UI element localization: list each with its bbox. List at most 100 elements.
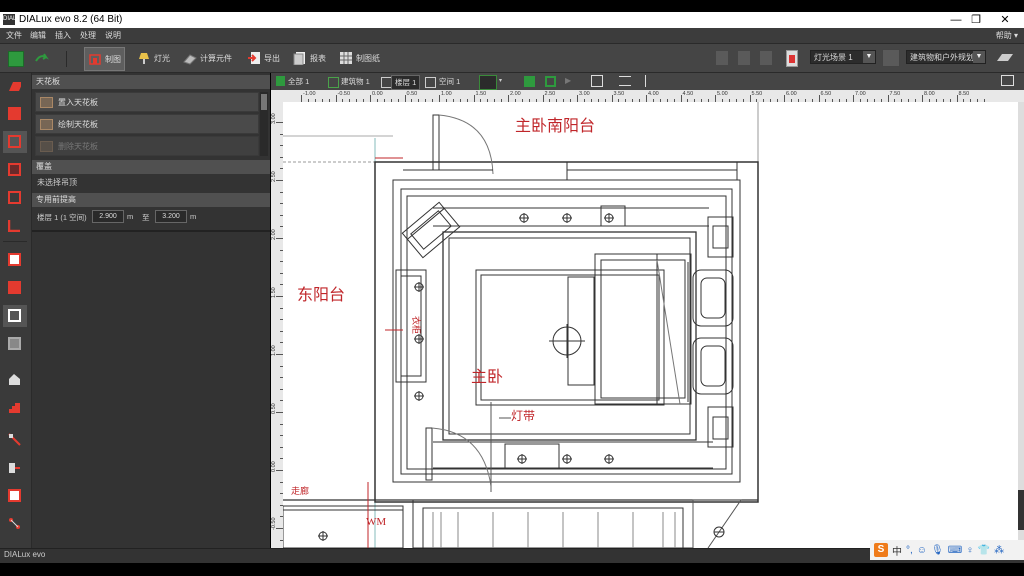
- height-to-field[interactable]: 3.200: [155, 210, 187, 223]
- section-ceiling-header[interactable]: 天花板: [32, 75, 270, 89]
- ruler-tick: [404, 95, 406, 102]
- view-mode-select[interactable]: 建筑物和户外规划 ▼: [906, 50, 986, 64]
- help-dropdown[interactable]: 帮助 ▾: [996, 30, 1018, 41]
- report-label: 报表: [310, 53, 326, 63]
- ruler-label: 8.00: [924, 91, 935, 97]
- cut-tool-icon[interactable]: [3, 457, 27, 479]
- green-box-view-icon[interactable]: [524, 76, 535, 87]
- cube-tool-icon[interactable]: [3, 249, 27, 271]
- insert-ceiling-item[interactable]: 置入天花板: [35, 92, 259, 112]
- more-icon[interactable]: ⁂: [994, 545, 1004, 556]
- menu-help[interactable]: 说明: [105, 30, 121, 41]
- punctuation-icon[interactable]: °,: [906, 545, 913, 556]
- draw-ceiling-item[interactable]: 绘制天花板: [35, 114, 259, 134]
- report-button[interactable]: 报表: [290, 47, 329, 69]
- ruler-tick: [956, 95, 958, 102]
- ruler-tick: [276, 122, 283, 123]
- export-button[interactable]: 导出: [244, 47, 283, 69]
- view-mode-icon[interactable]: [479, 75, 497, 90]
- section-cover-header[interactable]: 覆盖: [32, 160, 270, 174]
- draw-mode-button[interactable]: 制图: [84, 47, 125, 71]
- dimension-icon[interactable]: [619, 76, 631, 86]
- ceiling-tool-icon[interactable]: [3, 305, 27, 327]
- light-scene-select[interactable]: 灯光场景 1 ▼: [810, 50, 876, 64]
- ceiling-draw-icon: [40, 118, 53, 130]
- grid-sheet-icon: [339, 51, 353, 65]
- ruler-label: 6.00: [786, 91, 797, 97]
- play-icon[interactable]: ▶: [565, 76, 571, 85]
- maximize-button[interactable]: ❐: [965, 13, 987, 27]
- path-tool-icon[interactable]: [3, 513, 27, 535]
- scrollbar-thumb[interactable]: [1018, 490, 1024, 530]
- delete-ceiling-item[interactable]: 删除天花板: [35, 136, 259, 156]
- room-tool-icon[interactable]: [3, 131, 27, 153]
- emoji-icon[interactable]: ☺: [917, 545, 927, 556]
- cube-gray-icon[interactable]: [3, 333, 27, 355]
- toolbar-tool-icon-2[interactable]: [738, 51, 750, 65]
- section-height-header[interactable]: 专用前提高: [32, 193, 270, 207]
- calc-objects-button[interactable]: 计算元件: [180, 47, 235, 69]
- ruler-label: 7.50: [889, 91, 901, 97]
- menu-process[interactable]: 处理: [80, 30, 96, 41]
- monitor-icon[interactable]: [1001, 75, 1014, 86]
- plane-tool-icon[interactable]: [3, 75, 27, 97]
- ime-mode[interactable]: 中: [892, 543, 902, 558]
- tab-floor[interactable]: 楼层 1: [391, 75, 421, 90]
- ruler-tick: [922, 95, 923, 102]
- tab-building[interactable]: 建筑物 1: [338, 75, 373, 88]
- ruler-tick: [887, 95, 889, 102]
- microphone-icon[interactable]: 🎙: [931, 545, 944, 556]
- ime-toolbar[interactable]: S 中 °, ☺ 🎙 ⌨ ♀ 👕 ⁂: [870, 540, 1024, 560]
- skin-icon[interactable]: 👕: [978, 545, 990, 556]
- ruler-label: 1.00: [271, 345, 277, 356]
- delete-bin-icon[interactable]: [786, 50, 798, 67]
- scene-settings-icon[interactable]: [882, 49, 900, 67]
- chevron-down-icon[interactable]: ▾: [499, 77, 502, 84]
- ruler-tick: [473, 95, 475, 102]
- ruler-label: 7.00: [855, 91, 866, 97]
- floor-plan-canvas[interactable]: 主卧南阳台 东阳台 主卧 灯带 WM 走廊 衣柜: [282, 102, 1018, 549]
- ruler-tick: [276, 180, 283, 181]
- drawing-sheet-button[interactable]: 制图纸: [336, 47, 383, 69]
- stairs-tool-icon[interactable]: [3, 215, 27, 237]
- menu-edit[interactable]: 编辑: [30, 30, 46, 41]
- tab-all[interactable]: 全部 1: [285, 75, 312, 88]
- ruler-label: 3.50: [613, 91, 625, 97]
- redo-icon[interactable]: [34, 53, 50, 63]
- ruler-label: 0.00: [372, 91, 383, 97]
- roof-tool-icon[interactable]: [3, 369, 27, 391]
- zoom-fit-icon[interactable]: [591, 75, 603, 87]
- light-button[interactable]: 灯光: [134, 47, 173, 69]
- ruler-label: 0.50: [271, 403, 277, 414]
- panel-scrollbar[interactable]: [260, 92, 268, 156]
- ruler-icon[interactable]: [645, 75, 657, 87]
- height-from-field[interactable]: 2.900: [92, 210, 124, 223]
- label-south-balcony: 主卧南阳台: [515, 117, 595, 135]
- toolbar-tool-icon-1[interactable]: [716, 51, 728, 65]
- cube-red-icon[interactable]: [3, 277, 27, 299]
- canvas-scrollbar[interactable]: [1018, 102, 1024, 548]
- ruler-tick: [508, 95, 509, 102]
- user-icon[interactable]: ♀: [966, 545, 974, 556]
- close-button[interactable]: ✕: [994, 13, 1016, 27]
- object-tool-icon[interactable]: [3, 103, 27, 125]
- ruler-tick: [276, 354, 283, 355]
- save-icon[interactable]: [8, 51, 24, 67]
- ruler-tick: [276, 296, 283, 297]
- plane-view-icon[interactable]: [996, 52, 1014, 62]
- tab-room[interactable]: 空间 1: [436, 75, 463, 88]
- door-tool-icon[interactable]: [3, 187, 27, 209]
- minimize-button[interactable]: —: [945, 13, 967, 27]
- ruler-tick: [542, 95, 544, 102]
- toolbar-tool-icon-3[interactable]: [760, 51, 772, 65]
- measure-tool-icon[interactable]: [3, 429, 27, 451]
- menu-insert[interactable]: 插入: [55, 30, 71, 41]
- menu-file[interactable]: 文件: [6, 30, 22, 41]
- window-object-icon[interactable]: [3, 485, 27, 507]
- green-outline-view-icon[interactable]: [545, 76, 556, 87]
- ruler-tick: [818, 95, 820, 102]
- keyboard-icon[interactable]: ⌨: [948, 545, 962, 556]
- wall-tool-icon[interactable]: [3, 159, 27, 181]
- calc-plane-icon: [183, 51, 197, 65]
- stairs-object-icon[interactable]: [3, 397, 27, 419]
